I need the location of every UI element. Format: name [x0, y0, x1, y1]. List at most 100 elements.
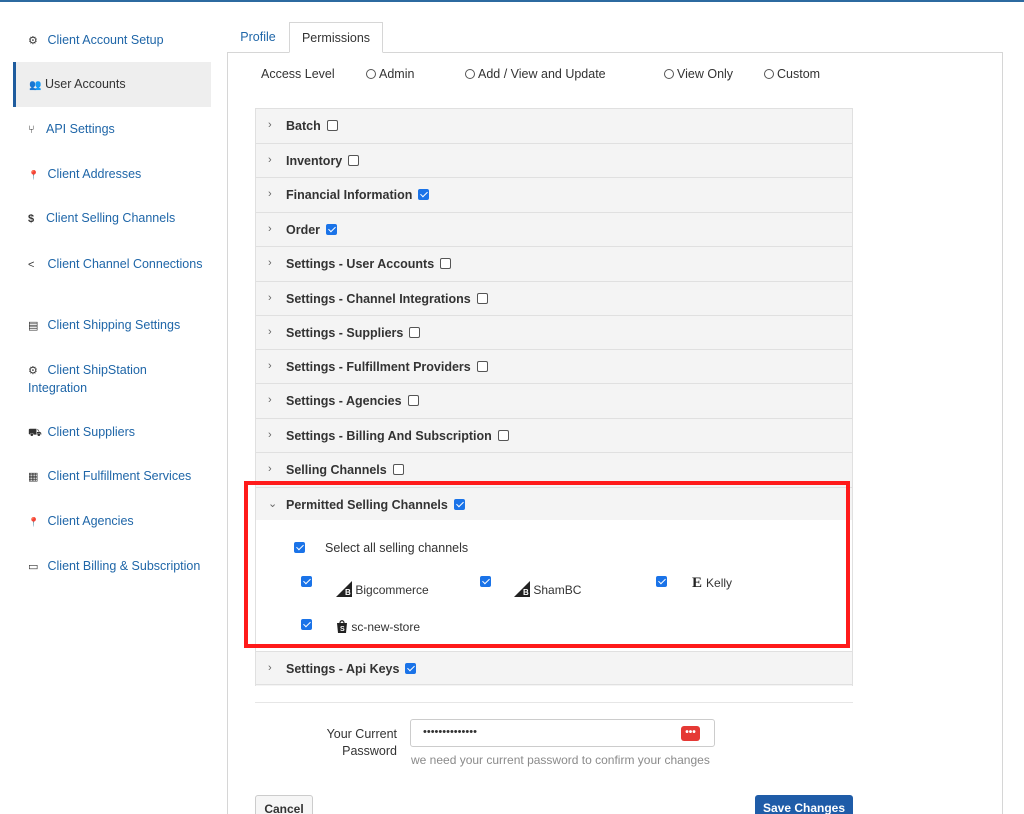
- map-pin-icon: 📍: [28, 170, 40, 180]
- permission-label: Inventory: [286, 154, 343, 168]
- gear-icon: ⚙: [28, 365, 38, 377]
- chevron-right-icon: ›: [268, 223, 272, 235]
- permission-row-api-keys[interactable]: › Settings - Api Keys: [255, 651, 853, 686]
- permission-label: Order: [286, 223, 321, 237]
- permission-row-inventory[interactable]: › Inventory: [255, 143, 853, 178]
- password-manager-icon[interactable]: •••: [681, 726, 700, 741]
- permission-checkbox[interactable]: [418, 189, 430, 200]
- permission-row-batch[interactable]: › Batch: [255, 108, 853, 143]
- share-icon: <: [28, 259, 35, 271]
- radio-custom[interactable]: Custom: [764, 67, 820, 81]
- chevron-right-icon: ›: [268, 188, 272, 200]
- radio-circle[interactable]: [366, 69, 376, 79]
- permission-checkbox[interactable]: [405, 663, 417, 674]
- permission-checkbox[interactable]: [348, 155, 360, 166]
- select-all-channels[interactable]: Select all selling channels: [294, 541, 468, 555]
- current-password-field[interactable]: •••••••••••••• •••: [410, 719, 715, 747]
- sidebar-item-client-selling-channels[interactable]: $ Client Selling Channels: [28, 210, 208, 228]
- permission-label: Financial Information: [286, 188, 413, 202]
- permission-checkbox[interactable]: [326, 224, 338, 235]
- accordion-bottom-border: [255, 684, 853, 685]
- radio-circle[interactable]: [664, 69, 674, 79]
- fork-icon: ⑂: [28, 124, 35, 136]
- current-password-label: Your Current Password: [326, 727, 397, 758]
- channel-sc-new-store[interactable]: S sc-new-store: [301, 618, 420, 634]
- truck-icon: ⛟: [28, 427, 42, 439]
- chevron-right-icon: ›: [268, 429, 272, 441]
- shopify-icon: S: [337, 620, 347, 633]
- tab-permissions[interactable]: Permissions: [289, 22, 383, 53]
- gear-icon: ⚙: [28, 35, 38, 47]
- permission-row-fulfillment-providers[interactable]: › Settings - Fulfillment Providers: [255, 349, 853, 384]
- chevron-down-icon: ⌄: [268, 498, 278, 510]
- sidebar-item-user-accounts[interactable]: 👥 User Accounts: [13, 62, 211, 107]
- sidebar-item-client-shipstation-integration[interactable]: ⚙ Client ShipStation Integration: [28, 362, 208, 397]
- sidebar-item-client-account-setup[interactable]: ⚙ Client Account Setup: [28, 32, 208, 50]
- channel-checkbox[interactable]: [656, 576, 667, 587]
- sidebar-item-client-agencies[interactable]: 📍 Client Agencies: [28, 513, 208, 531]
- permission-row-user-accounts[interactable]: › Settings - User Accounts: [255, 246, 853, 281]
- sidebar-item-label: Client Channel Connections: [47, 257, 203, 271]
- dollar-icon: $: [28, 213, 35, 225]
- select-all-checkbox[interactable]: [294, 542, 305, 553]
- sidebar-item-client-addresses[interactable]: 📍 Client Addresses: [28, 166, 208, 184]
- tab-profile[interactable]: Profile: [226, 22, 290, 53]
- sidebar-item-client-billing-subscription[interactable]: ▭ Client Billing & Subscription: [28, 558, 208, 576]
- bigcommerce-icon: B: [514, 581, 530, 597]
- radio-circle[interactable]: [764, 69, 774, 79]
- permission-row-agencies[interactable]: › Settings - Agencies: [255, 383, 853, 418]
- permission-checkbox[interactable]: [476, 361, 488, 372]
- permission-row-channel-integrations[interactable]: › Settings - Channel Integrations: [255, 281, 853, 316]
- cancel-button[interactable]: Cancel: [255, 795, 313, 814]
- chevron-right-icon: ›: [268, 326, 272, 338]
- radio-add-view-update[interactable]: Add / View and Update: [465, 67, 606, 81]
- radio-label: Add / View and Update: [478, 67, 606, 81]
- permission-checkbox[interactable]: [453, 499, 465, 510]
- permission-checkbox[interactable]: [326, 120, 338, 131]
- channel-kelly[interactable]: E Kelly: [656, 575, 732, 591]
- permission-row-financial-information[interactable]: › Financial Information: [255, 177, 853, 212]
- channel-checkbox[interactable]: [480, 576, 491, 587]
- sidebar-item-label: Client Fulfillment Services: [47, 469, 192, 483]
- chevron-right-icon: ›: [268, 360, 272, 372]
- credit-card-icon: ▭: [28, 561, 39, 573]
- sidebar-item-label: Client Agencies: [47, 514, 134, 528]
- save-changes-button[interactable]: Save Changes: [755, 795, 853, 814]
- permission-row-order[interactable]: › Order: [255, 212, 853, 247]
- permission-row-billing-subscription[interactable]: › Settings - Billing And Subscription: [255, 418, 853, 453]
- sidebar-item-client-suppliers[interactable]: ⛟ Client Suppliers: [28, 424, 208, 442]
- password-value: ••••••••••••••: [423, 726, 477, 738]
- permission-label: Settings - Agencies: [286, 394, 402, 408]
- permission-checkbox[interactable]: [497, 430, 509, 441]
- permission-row-selling-channels[interactable]: › Selling Channels: [255, 452, 853, 487]
- permission-label: Batch: [286, 119, 321, 133]
- permission-row-permitted-selling-channels[interactable]: ⌄ Permitted Selling Channels: [255, 487, 853, 520]
- sidebar-item-client-fulfillment-services[interactable]: ▦ Client Fulfillment Services: [28, 468, 208, 486]
- radio-admin[interactable]: Admin: [366, 67, 414, 81]
- radio-view-only[interactable]: View Only: [664, 67, 733, 81]
- permission-checkbox[interactable]: [407, 395, 419, 406]
- access-level-label: Access Level: [261, 67, 335, 81]
- channel-name: ShamBC: [533, 583, 582, 597]
- chevron-right-icon: ›: [268, 292, 272, 304]
- permission-checkbox[interactable]: [440, 258, 452, 269]
- permission-checkbox[interactable]: [392, 464, 404, 475]
- sidebar-item-label: Client Suppliers: [47, 425, 136, 439]
- permission-label: Settings - Fulfillment Providers: [286, 360, 471, 374]
- channel-bigcommerce[interactable]: B Bigcommerce: [301, 575, 429, 597]
- sidebar-item-client-channel-connections[interactable]: < Client Channel Connections: [28, 256, 208, 274]
- channel-checkbox[interactable]: [301, 576, 312, 587]
- chevron-right-icon: ›: [268, 257, 272, 269]
- permission-row-suppliers[interactable]: › Settings - Suppliers: [255, 315, 853, 350]
- channel-checkbox[interactable]: [301, 619, 312, 630]
- channel-shambc[interactable]: B ShamBC: [480, 575, 581, 597]
- sidebar-item-api-settings[interactable]: ⑂ API Settings: [28, 121, 208, 139]
- permission-label: Settings - Suppliers: [286, 326, 404, 340]
- divider: [255, 702, 853, 703]
- permission-label: Settings - Channel Integrations: [286, 292, 471, 306]
- permission-checkbox[interactable]: [476, 293, 488, 304]
- sidebar-item-client-shipping-settings[interactable]: ▤ Client Shipping Settings: [28, 317, 208, 335]
- radio-circle[interactable]: [465, 69, 475, 79]
- permission-checkbox[interactable]: [409, 327, 421, 338]
- select-all-label: Select all selling channels: [325, 541, 469, 555]
